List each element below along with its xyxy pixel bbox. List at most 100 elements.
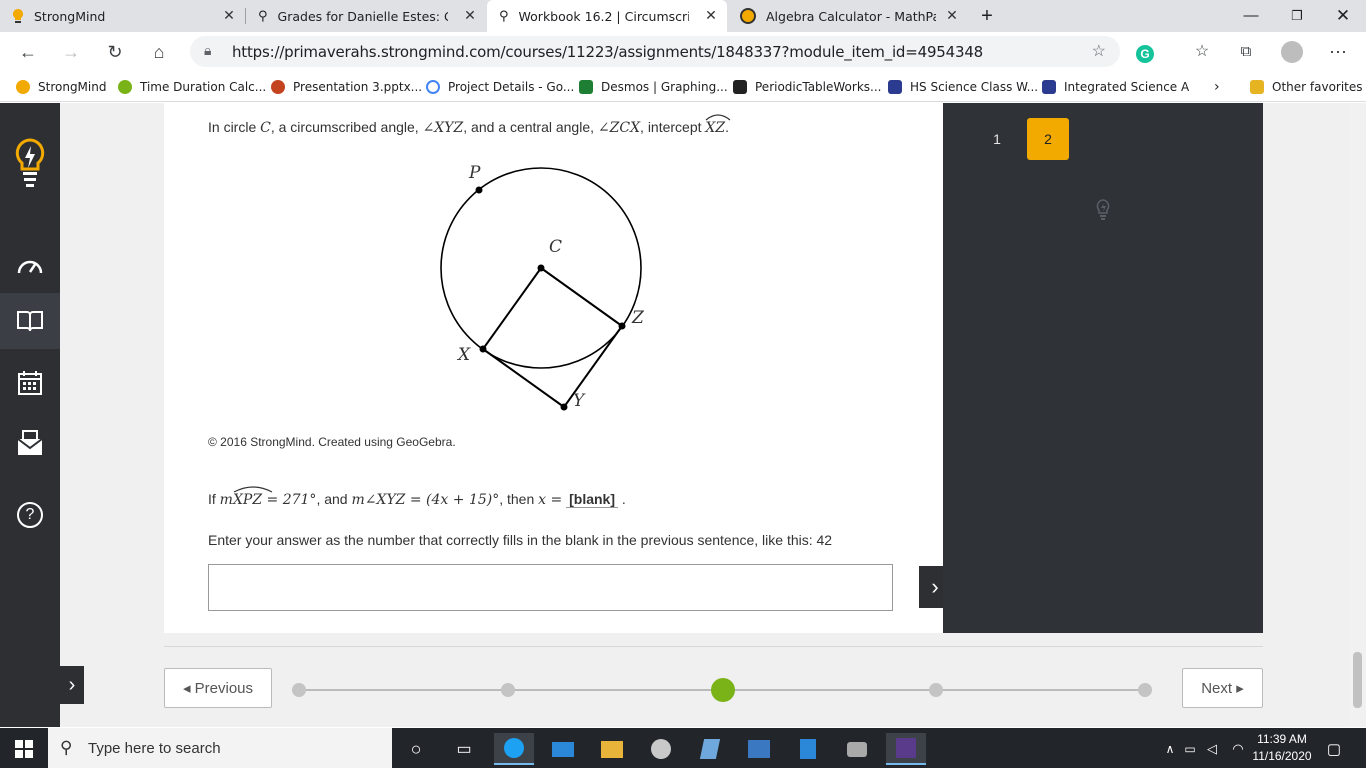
folder-icon	[1250, 80, 1264, 94]
scrollbar-thumb[interactable]	[1353, 652, 1362, 708]
system-clock[interactable]: 11:39 AM 11/16/2020	[1252, 731, 1312, 765]
bookmark-strongmind[interactable]: StrongMind	[16, 77, 106, 97]
label-p: P	[469, 163, 481, 183]
label-x: X	[458, 345, 471, 365]
tab-title: Algebra Calculator - MathPapa	[766, 8, 936, 24]
bookmark-label: StrongMind	[38, 80, 107, 94]
progress-step-2[interactable]	[501, 683, 515, 697]
restore-icon[interactable]: ❐	[1274, 0, 1320, 32]
bookmark-hs-science[interactable]: HS Science Class W...	[888, 77, 1038, 97]
windows-start-icon[interactable]	[4, 733, 44, 765]
close-tab-icon[interactable]: ✕	[944, 8, 960, 24]
tab-title: Workbook 16.2 | Circumscribed A	[518, 8, 689, 24]
close-tab-icon[interactable]: ✕	[462, 8, 478, 24]
progress-step-1[interactable]	[292, 683, 306, 697]
profile-avatar[interactable]	[1278, 38, 1306, 66]
favorites-icon[interactable]: ☆	[1188, 38, 1216, 66]
strongmind-logo-icon[interactable]	[0, 131, 60, 195]
calculator-icon[interactable]	[788, 733, 828, 765]
bookmark-icon	[271, 80, 285, 94]
task-view-icon[interactable]: ▭	[444, 733, 484, 765]
label-y: Y	[573, 391, 585, 411]
expand-sidebar-button[interactable]: ›	[60, 666, 84, 704]
strongmind-favicon-icon	[12, 8, 24, 24]
next-button[interactable]: Next ▸	[1182, 668, 1263, 708]
mail-icon[interactable]	[0, 415, 60, 471]
hint-lightbulb-icon[interactable]	[1096, 199, 1110, 223]
bookmark-presentation[interactable]: Presentation 3.pptx...	[271, 77, 422, 97]
bookmark-label: Integrated Science A	[1064, 80, 1190, 94]
bookmark-time-duration[interactable]: Time Duration Calc...	[118, 77, 266, 97]
address-bar[interactable]: 🔒︎ https://primaverahs.strongmind.com/co…	[190, 36, 1120, 67]
answer-blank: [blank]	[566, 491, 618, 508]
tab-grades[interactable]: ⚲ Grades for Danielle Estes: Geo B ✕	[246, 0, 486, 32]
label-c: C	[549, 237, 563, 257]
mail-app-icon[interactable]	[543, 733, 583, 765]
dashboard-gauge-icon[interactable]	[0, 237, 60, 293]
other-favorites[interactable]: Other favorites	[1250, 77, 1363, 97]
photos-icon[interactable]	[739, 733, 779, 765]
answer-input[interactable]	[208, 564, 893, 611]
home-icon[interactable]: ⌂	[145, 38, 173, 66]
edge-browser-icon[interactable]	[494, 733, 534, 765]
help-icon[interactable]: ?	[0, 487, 60, 543]
close-tab-icon[interactable]: ✕	[703, 8, 719, 24]
progress-step-3-current[interactable]	[711, 678, 735, 702]
favorite-star-icon[interactable]: ☆	[1092, 41, 1106, 61]
more-menu-icon[interactable]: ⋯	[1324, 38, 1352, 66]
lock-icon: 🔒︎	[204, 42, 212, 58]
search-icon: ⚲	[60, 738, 73, 757]
bookmark-desmos[interactable]: Desmos | Graphing...	[579, 77, 728, 97]
collections-icon[interactable]: ⧉	[1232, 38, 1260, 66]
app-left-rail: ?	[0, 103, 60, 727]
search-placeholder: Type here to search	[88, 740, 221, 757]
bookmark-periodic-table[interactable]: PeriodicTableWorks...	[733, 77, 881, 97]
question-number-1[interactable]: 1	[976, 118, 1018, 160]
arc-xz: XZ	[705, 114, 731, 136]
close-tab-icon[interactable]: ✕	[221, 8, 237, 24]
notifications-icon[interactable]: ▢	[1314, 733, 1354, 765]
previous-button[interactable]: ◂ Previous	[164, 668, 272, 708]
url-text[interactable]: https://primaverahs.strongmind.com/cours…	[232, 43, 983, 61]
divider	[164, 646, 1263, 647]
location-pin-icon: ⚲	[258, 8, 268, 24]
new-tab-button[interactable]: +	[964, 0, 1010, 32]
bookmark-project-details[interactable]: Project Details - Go...	[426, 77, 574, 97]
forward-arrow-icon[interactable]: →	[57, 38, 85, 66]
bookmarks-bar: StrongMind Time Duration Calc... Present…	[0, 72, 1366, 102]
cortana-icon[interactable]: ○	[396, 733, 436, 765]
copyright-note: © 2016 StrongMind. Created using GeoGebr…	[208, 435, 456, 449]
app-icon[interactable]	[690, 733, 730, 765]
grammarly-icon[interactable]: G	[1131, 38, 1159, 66]
chevron-right-icon[interactable]: ›	[1214, 77, 1220, 97]
tab-title: StrongMind	[34, 8, 106, 24]
mathpapa-favicon-icon	[740, 8, 756, 24]
paint-icon[interactable]	[641, 733, 681, 765]
close-window-icon[interactable]: ✕	[1320, 0, 1366, 32]
calendar-icon[interactable]	[0, 355, 60, 411]
book-icon[interactable]	[0, 293, 60, 349]
page-scrollbar[interactable]	[1350, 103, 1366, 727]
progress-step-4[interactable]	[929, 683, 943, 697]
tangent-xy	[482, 348, 565, 408]
tab-strongmind[interactable]: StrongMind ✕	[0, 0, 245, 32]
bookmark-integrated-science[interactable]: Integrated Science A	[1042, 77, 1189, 97]
radius-cz	[540, 267, 623, 327]
minimize-icon[interactable]: —	[1228, 0, 1274, 32]
bookmark-icon	[579, 80, 593, 94]
bookmark-label: Presentation 3.pptx...	[293, 80, 423, 94]
back-arrow-icon[interactable]: ←	[14, 38, 42, 66]
refresh-icon[interactable]: ↻	[101, 38, 129, 66]
game-app-icon[interactable]	[886, 733, 926, 765]
bookmark-label: Time Duration Calc...	[140, 80, 267, 94]
tab-workbook[interactable]: ⚲ Workbook 16.2 | Circumscribed A ✕	[487, 0, 727, 32]
radius-cx	[482, 267, 542, 350]
camera-icon[interactable]	[837, 733, 877, 765]
progress-step-5[interactable]	[1138, 683, 1152, 697]
file-explorer-icon[interactable]	[592, 733, 632, 765]
bookmark-label: PeriodicTableWorks...	[755, 80, 882, 94]
point-c	[537, 264, 545, 272]
clock-time: 11:39 AM	[1257, 732, 1307, 746]
tab-mathpapa[interactable]: Algebra Calculator - MathPapa ✕	[728, 0, 968, 32]
question-number-2[interactable]: 2	[1027, 118, 1069, 160]
